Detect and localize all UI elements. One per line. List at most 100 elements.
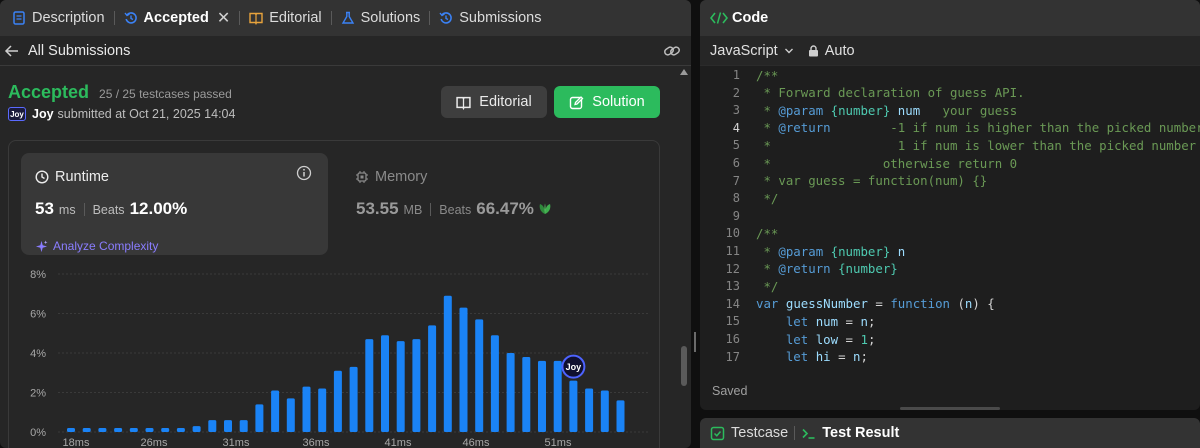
code-line[interactable]: 8 */ xyxy=(700,189,1200,207)
runtime-value: 53 xyxy=(35,199,54,218)
chart-bar[interactable] xyxy=(302,386,311,432)
chart-bar[interactable] xyxy=(82,428,91,432)
language-select[interactable]: JavaScript xyxy=(710,43,778,59)
chart-bar[interactable] xyxy=(569,380,578,432)
chart-bar[interactable] xyxy=(553,360,562,432)
tab-description[interactable]: Description xyxy=(6,0,111,36)
chart-bar[interactable] xyxy=(161,428,170,432)
chart-bar[interactable] xyxy=(616,400,625,432)
tab-test-result[interactable]: Test Result xyxy=(822,425,899,441)
analyze-complexity-link[interactable]: Analyze Complexity xyxy=(35,239,158,253)
code-line[interactable]: 14 var guessNumber = function (n) { xyxy=(700,295,1200,313)
editorial-button[interactable]: Editorial xyxy=(441,86,547,118)
chart-bar[interactable] xyxy=(475,319,484,432)
tab-editorial[interactable]: Editorial xyxy=(243,0,327,36)
resize-handle[interactable] xyxy=(900,407,1000,410)
solution-button[interactable]: Solution xyxy=(554,86,660,118)
leaf-icon xyxy=(539,203,551,214)
line-number: 1 xyxy=(732,68,740,82)
chart-bar[interactable] xyxy=(114,428,123,432)
code-line[interactable]: 4 * @return -1 if num is higher than the… xyxy=(700,119,1200,137)
chart-bar[interactable] xyxy=(600,390,609,432)
chart-bar[interactable] xyxy=(208,420,217,432)
tab-solutions[interactable]: Solutions xyxy=(335,0,427,36)
tab-testcase[interactable]: Testcase xyxy=(731,425,788,441)
chart-bar[interactable] xyxy=(412,339,421,432)
clock-icon xyxy=(35,170,49,184)
code-line[interactable]: 11 * @param {number} n xyxy=(700,242,1200,260)
chart-bar[interactable] xyxy=(428,325,437,432)
avatar[interactable]: Joy xyxy=(8,107,26,121)
close-icon[interactable]: ✕ xyxy=(217,8,230,28)
chart-bar[interactable] xyxy=(538,360,546,432)
chart-bar[interactable] xyxy=(490,335,499,432)
chart-bar[interactable] xyxy=(318,388,327,432)
chart-bar[interactable] xyxy=(129,428,138,432)
chart-bar[interactable] xyxy=(333,370,342,432)
code-line[interactable]: 17 let hi = n; xyxy=(700,348,1200,366)
code-line[interactable]: 6 * otherwise return 0 xyxy=(700,154,1200,172)
runtime-box[interactable]: Runtime 53 ms Beats 12.00% Analyze Compl… xyxy=(21,153,328,255)
chart-bar[interactable] xyxy=(67,428,75,432)
line-number: 13 xyxy=(725,279,740,294)
code-line[interactable]: 13 */ xyxy=(700,277,1200,295)
chart-bar[interactable] xyxy=(365,339,374,432)
chart-bar[interactable] xyxy=(396,341,405,432)
arrow-left-icon[interactable] xyxy=(4,43,20,59)
code-line[interactable]: 5 * 1 if num is lower than the picked nu… xyxy=(700,136,1200,154)
chart-bar[interactable] xyxy=(286,398,295,432)
history-icon xyxy=(123,12,137,24)
memory-title[interactable]: Memory xyxy=(355,169,427,185)
chart-bar[interactable] xyxy=(349,366,358,432)
username[interactable]: Joy xyxy=(32,107,54,121)
code-text: */ xyxy=(756,190,779,206)
chart-bar[interactable] xyxy=(224,420,232,432)
resize-grip[interactable] xyxy=(900,407,1000,410)
y-tick-label: 6% xyxy=(30,309,46,321)
chart-bar[interactable] xyxy=(145,428,154,432)
tab-label: Submissions xyxy=(459,10,542,26)
chart-bar[interactable] xyxy=(381,335,389,432)
code-line[interactable]: 10 /** xyxy=(700,224,1200,242)
mode-label[interactable]: Auto xyxy=(825,43,855,59)
y-tick-label: 8% xyxy=(30,269,46,281)
code-line[interactable]: 15 let num = n; xyxy=(700,312,1200,330)
scroll-up-icon[interactable] xyxy=(680,69,688,75)
chart-bar[interactable] xyxy=(443,295,452,432)
chart-bar[interactable] xyxy=(255,404,264,432)
chart-bar[interactable] xyxy=(271,390,280,432)
tab-submissions[interactable]: Submissions xyxy=(433,0,547,36)
chart-bar[interactable] xyxy=(585,388,594,432)
tab-divider xyxy=(330,11,332,25)
chart-bar[interactable] xyxy=(522,356,531,432)
code-editor[interactable]: 1/** 2 * Forward declaration of guess API… xyxy=(700,66,1200,366)
chevron-down-icon[interactable] xyxy=(784,46,794,56)
chart-bar[interactable] xyxy=(192,426,201,432)
code-line[interactable]: 9 xyxy=(700,207,1200,225)
x-tick-label: 31ms xyxy=(223,437,250,448)
code-line[interactable]: 3 * @param {number} num your guess xyxy=(700,101,1200,119)
code-header: Code xyxy=(700,0,1200,36)
code-line[interactable]: 2 * Forward declaration of guess API. xyxy=(700,84,1200,102)
edit-icon xyxy=(570,95,584,109)
all-submissions-link[interactable]: All Submissions xyxy=(28,43,130,59)
code-line[interactable]: 12 * @return {number} xyxy=(700,260,1200,278)
splitter-handle[interactable] xyxy=(694,332,696,352)
line-number: 14 xyxy=(725,296,740,311)
scroll-thumb[interactable] xyxy=(681,346,687,386)
tab-accepted[interactable]: Accepted ✕ xyxy=(118,0,237,36)
code-line[interactable]: 1 /** xyxy=(700,66,1200,84)
checkbox-icon xyxy=(710,426,725,440)
chart-bar[interactable] xyxy=(98,428,107,432)
code-line[interactable]: 16 let low = 1; xyxy=(700,330,1200,348)
panel-splitter[interactable] xyxy=(693,332,697,352)
code-line[interactable]: 7 * var guess = function(num) {} xyxy=(700,172,1200,190)
chart-bar[interactable] xyxy=(459,307,468,432)
chart-bar[interactable] xyxy=(239,420,248,432)
scrollbar[interactable] xyxy=(679,66,689,448)
link-icon[interactable] xyxy=(663,43,681,59)
beats-label: Beats xyxy=(439,203,472,217)
info-icon[interactable] xyxy=(296,165,312,181)
chart-bar[interactable] xyxy=(176,428,185,432)
chart-bar[interactable] xyxy=(506,353,515,432)
